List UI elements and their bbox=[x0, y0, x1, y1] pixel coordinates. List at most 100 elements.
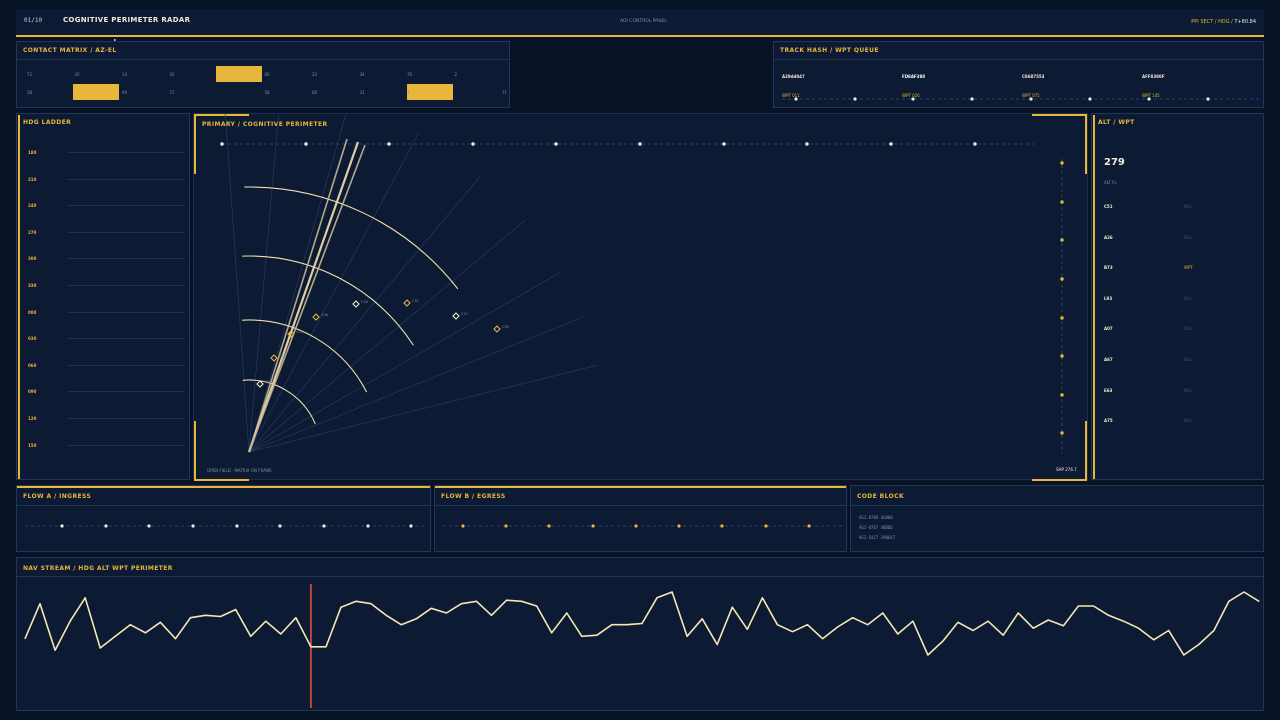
radar-scope[interactable]: C09 C14 C21 C08 C16 C31 C27 C05 bbox=[194, 114, 1089, 481]
page-counter: 01/10 bbox=[24, 17, 43, 24]
nav-stream-point bbox=[822, 638, 824, 640]
alt-row-id[interactable]: E63 bbox=[1104, 388, 1112, 393]
nav-stream-point bbox=[867, 624, 869, 626]
nav-stream-point bbox=[415, 618, 417, 620]
top-track-node bbox=[304, 142, 308, 146]
hdg-gridline bbox=[67, 364, 185, 366]
hdg-ladder-title: HDG LADDER bbox=[23, 119, 72, 126]
top-track-node bbox=[973, 142, 977, 146]
nav-stream-point bbox=[114, 635, 116, 637]
hdg-gridline bbox=[67, 205, 185, 207]
header-bar: 01/10 COGNITIVE PERIMETER RADAR ADI CONT… bbox=[16, 9, 1264, 44]
radar-contact-label: C09 bbox=[265, 380, 272, 384]
nav-stream-point bbox=[1062, 625, 1064, 627]
radar-contact-icon bbox=[452, 312, 460, 320]
radar-contact-label: C14 bbox=[279, 354, 287, 358]
header-tick-scale bbox=[62, 29, 162, 44]
nav-stream-point bbox=[912, 620, 914, 622]
range-ring bbox=[242, 255, 414, 346]
radar-contact-icon bbox=[256, 380, 264, 388]
right-track-node bbox=[1060, 431, 1064, 435]
alt-row-id[interactable]: A26 bbox=[1104, 235, 1113, 240]
range-ring bbox=[244, 186, 459, 290]
page-title: COGNITIVE PERIMETER RADAR bbox=[63, 16, 191, 24]
matrix-cell-value: 2 bbox=[454, 72, 458, 77]
matrix-highlight-cell[interactable] bbox=[216, 66, 262, 82]
alt-row-id[interactable]: B73 bbox=[1104, 265, 1113, 270]
radar-bearing-line bbox=[225, 114, 250, 453]
track-hash-value[interactable]: FD8AF388 bbox=[902, 74, 925, 79]
nav-stream-point bbox=[54, 649, 56, 651]
track-hash-value[interactable]: A29dd047 bbox=[782, 74, 805, 79]
nav-stream-point bbox=[445, 612, 447, 614]
nav-stream-point bbox=[746, 628, 748, 630]
nav-stream-point bbox=[701, 618, 703, 620]
nav-stream-point bbox=[310, 646, 312, 648]
nav-stream-point bbox=[1047, 619, 1049, 621]
hdg-gridline bbox=[67, 338, 185, 340]
radar-bearing-line bbox=[248, 176, 481, 453]
hdg-value: 060 bbox=[28, 362, 37, 368]
nav-stream-point bbox=[1017, 612, 1019, 614]
alt-row-id[interactable]: A75 bbox=[1104, 418, 1113, 423]
hdg-gridline bbox=[67, 418, 185, 419]
header-status: PPI SECT / HDG / T+80.84 bbox=[1191, 19, 1256, 25]
nav-stream-point bbox=[39, 603, 41, 605]
matrix-highlight-cell[interactable] bbox=[73, 84, 119, 100]
alt-row-value: NUL bbox=[1184, 326, 1193, 332]
nav-stream-point bbox=[144, 632, 146, 634]
matrix-cell-value: 72 bbox=[27, 72, 33, 77]
matrix-cell-value: 33 bbox=[312, 72, 318, 77]
alt-row-id[interactable]: A67 bbox=[1104, 357, 1113, 362]
alt-row-id[interactable]: C51 bbox=[1104, 204, 1113, 209]
track-hash-value[interactable]: AFF8380F bbox=[1142, 74, 1164, 79]
code-line: AGI-8789 4G808 bbox=[859, 515, 893, 520]
nav-stream-point bbox=[1153, 639, 1155, 641]
hdg-value: 090 bbox=[28, 389, 37, 395]
nav-stream-point bbox=[1183, 654, 1185, 656]
alt-readout: 279 bbox=[1104, 157, 1125, 168]
mission-clock: T+80.84 bbox=[1234, 19, 1256, 25]
hdg-value: 180 bbox=[28, 150, 37, 155]
hdg-gridline bbox=[67, 258, 185, 260]
nav-stream-point bbox=[897, 633, 899, 635]
nav-stream-point bbox=[536, 605, 538, 607]
alt-wpt-panel: ALT / WPT 279 ALT FL C51 NUL A26 NUL B73 WPT L… bbox=[1091, 113, 1264, 480]
top-track-node bbox=[471, 142, 475, 146]
nav-stream-panel: NAV STREAM / HDG ALT WPT PERIMETER bbox=[16, 557, 1264, 711]
nav-stream-point bbox=[852, 617, 854, 619]
nav-stream-point bbox=[475, 600, 477, 602]
alt-row-value: NUL bbox=[1184, 204, 1193, 209]
contact-matrix-title: CONTACT MATRIX / AZ-EL bbox=[23, 47, 117, 54]
right-track-node bbox=[1060, 277, 1064, 281]
matrix-cell-value: 1 bbox=[407, 90, 410, 95]
matrix-cell-value: 26 bbox=[169, 72, 175, 77]
nav-stream-point bbox=[1077, 605, 1079, 607]
nav-stream-point bbox=[99, 647, 101, 649]
hdg-value: 330 bbox=[28, 283, 37, 288]
radar-contact-icon bbox=[312, 313, 320, 321]
right-track-node bbox=[1060, 393, 1064, 397]
alt-row-id[interactable]: L93 bbox=[1104, 296, 1112, 301]
nav-stream-point bbox=[626, 624, 628, 626]
nav-stream-chart[interactable] bbox=[17, 578, 1263, 710]
flow-a-accent bbox=[17, 486, 430, 488]
nav-stream-point bbox=[325, 646, 327, 648]
nav-stream-point bbox=[656, 597, 658, 599]
nav-stream-point bbox=[1123, 620, 1125, 622]
matrix-highlight-cell[interactable] bbox=[407, 84, 453, 100]
hdg-value: 270 bbox=[28, 229, 37, 235]
hdg-gridline bbox=[67, 152, 185, 153]
radar-contact-label: C05 bbox=[502, 325, 509, 329]
top-track-node bbox=[722, 142, 726, 146]
track-hash-value[interactable]: C8687553 bbox=[1022, 74, 1044, 79]
alt-row-id[interactable]: A07 bbox=[1104, 326, 1113, 331]
nav-stream-point bbox=[566, 612, 568, 614]
matrix-cell-value: 20 bbox=[74, 72, 80, 77]
radar-contact-label: C21 bbox=[296, 330, 303, 334]
flow-b-title: FLOW B / EGRESS bbox=[441, 493, 506, 500]
hdg-value: 000 bbox=[28, 309, 37, 315]
nav-stream-point bbox=[1032, 627, 1034, 629]
divider bbox=[17, 576, 1263, 577]
nav-stream-point bbox=[807, 624, 809, 626]
